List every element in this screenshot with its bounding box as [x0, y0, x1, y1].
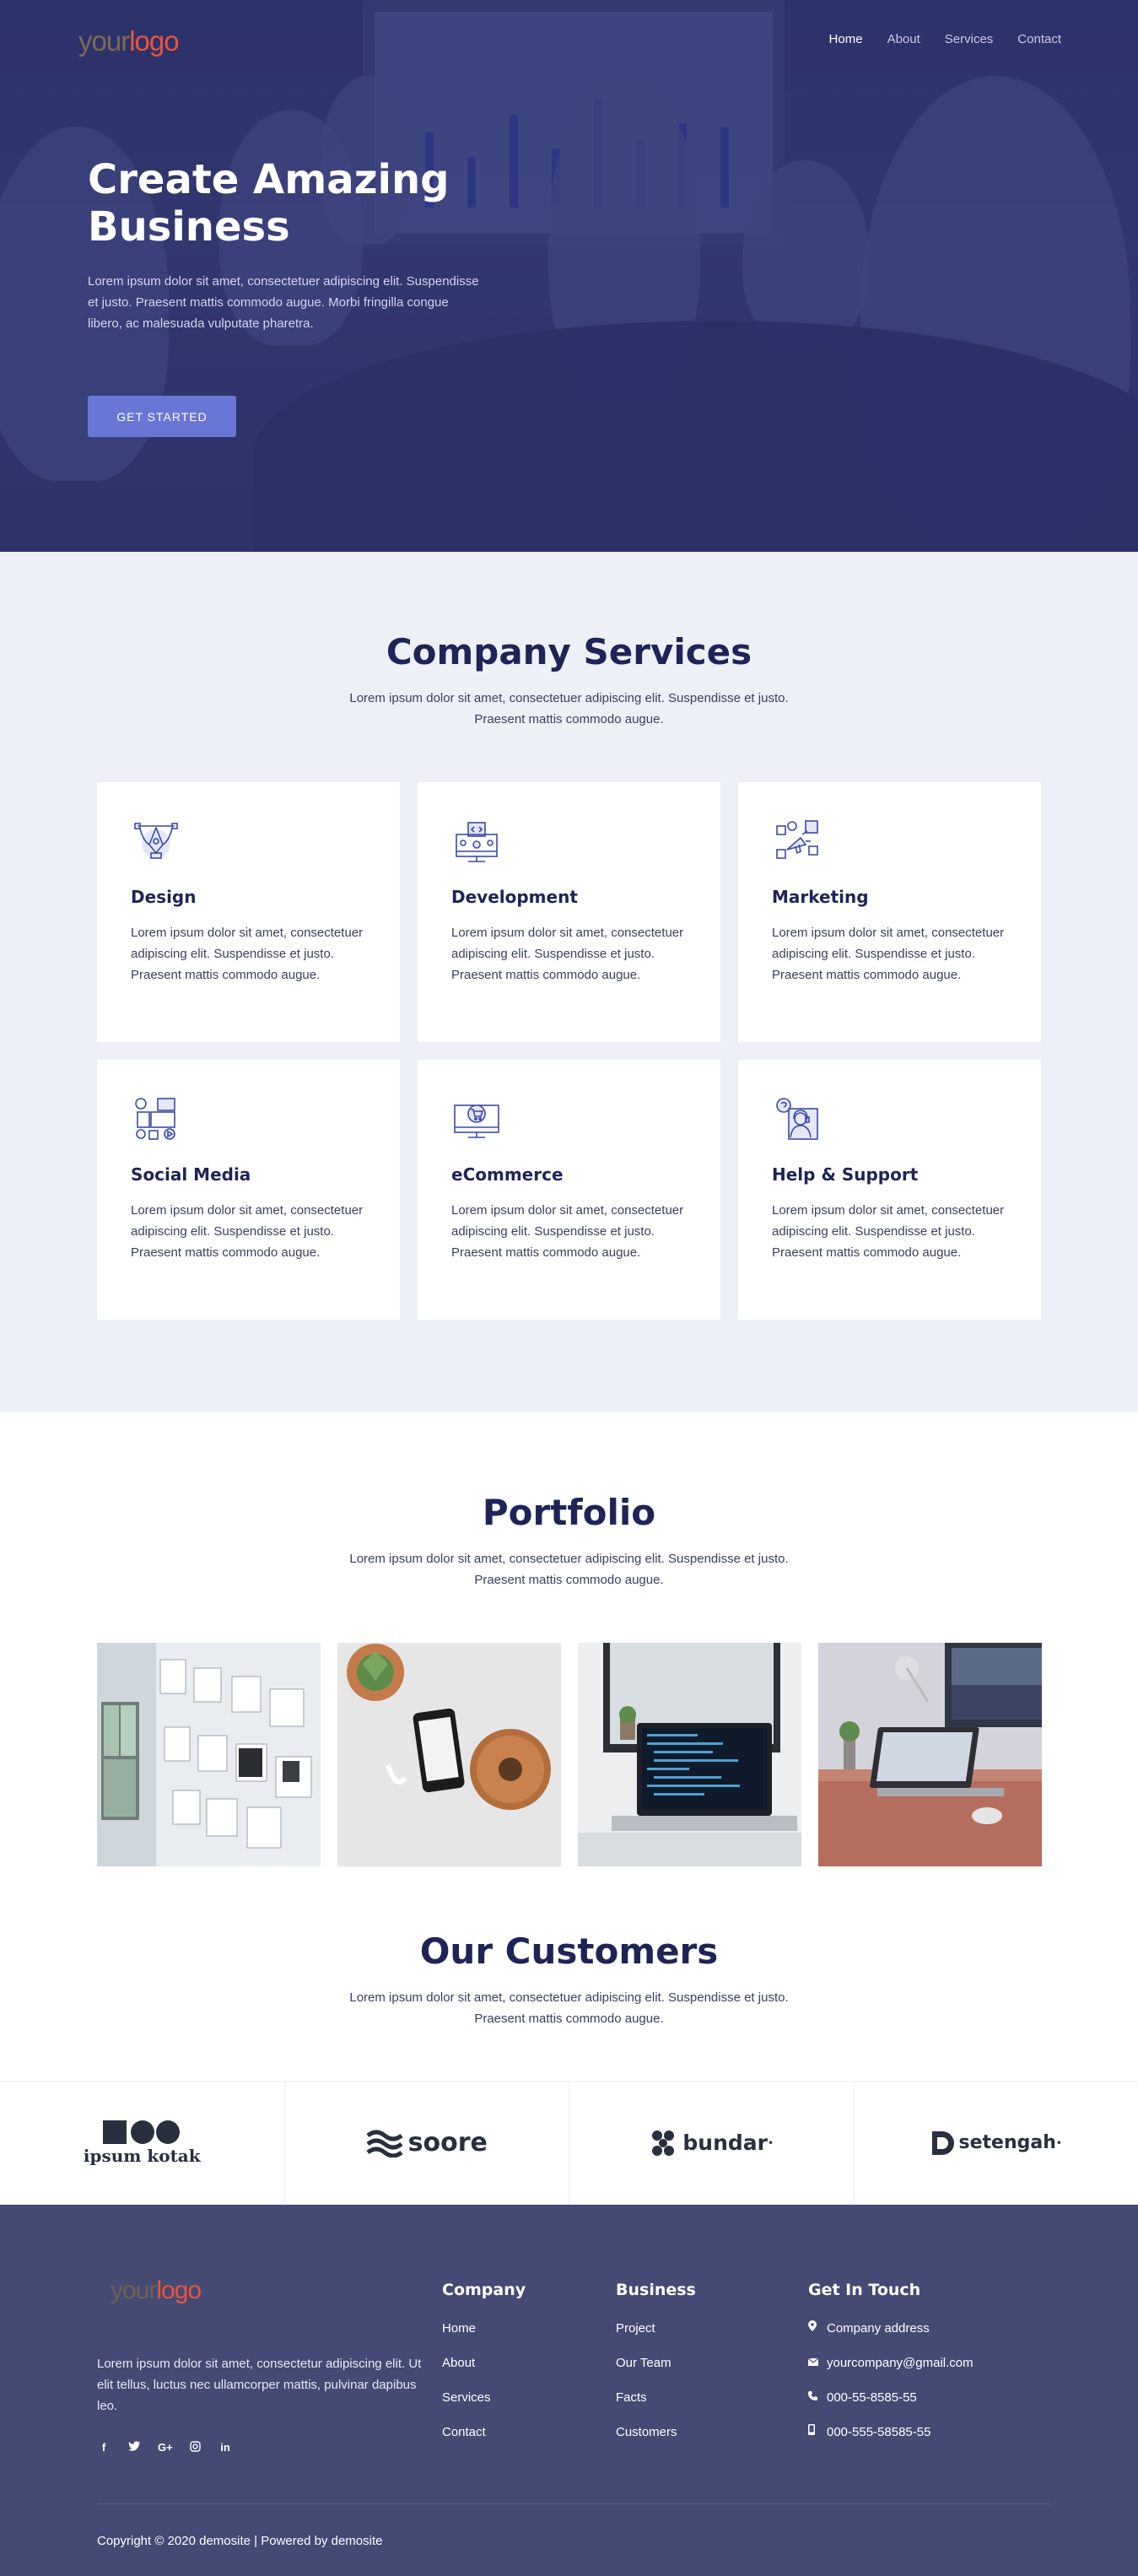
footer-link-services[interactable]: Services — [442, 2380, 526, 2415]
service-card-ecommerce: eCommerce Lorem ipsum dolor sit amet, co… — [418, 1060, 720, 1320]
portfolio-image-phone-desk[interactable] — [337, 1643, 561, 1866]
nav-item-home[interactable]: Home — [829, 32, 863, 46]
footer-business-column: Business Project Our Team Facts Customer… — [616, 2281, 696, 2449]
bundar-logo-icon — [652, 2130, 675, 2156]
service-card-marketing: Marketing Lorem ipsum dolor sit amet, co… — [738, 782, 1041, 1042]
footer-link-our-team[interactable]: Our Team — [616, 2346, 696, 2380]
soore-wave-icon — [366, 2130, 403, 2157]
card-text: Lorem ipsum dolor sit amet, consectetuer… — [772, 1203, 1005, 1260]
marketing-icon — [776, 820, 818, 859]
services-title: Company Services — [386, 631, 752, 672]
card-text: Lorem ipsum dolor sit amet, consectetuer… — [772, 926, 1005, 982]
design-icon — [134, 823, 178, 859]
footer-link-contact[interactable]: Contact — [442, 2415, 526, 2449]
contact-phone[interactable]: 000-55-8585-55 — [808, 2380, 974, 2415]
map-pin-icon — [808, 2311, 827, 2346]
site-logo[interactable]: yourlogo — [78, 25, 180, 57]
footer-link-customers[interactable]: Customers — [616, 2415, 696, 2449]
nav-item-about[interactable]: About — [887, 32, 920, 46]
footer-divider — [97, 2503, 1050, 2504]
footer-link-about[interactable]: About — [442, 2346, 526, 2380]
envelope-icon — [807, 2346, 827, 2380]
twitter-icon[interactable] — [127, 2441, 141, 2454]
service-card-social-media: Social Media Lorem ipsum dolor sit amet,… — [97, 1060, 400, 1320]
portfolio-subtitle: Lorem ipsum dolor sit amet, consectetuer… — [349, 1552, 789, 1587]
card-text: Lorem ipsum dolor sit amet, consectetuer… — [451, 926, 684, 982]
footer-company-heading: Company — [442, 2281, 526, 2299]
footer-contact-heading: Get In Touch — [808, 2281, 921, 2299]
customer-logo-setengah[interactable]: setengah • — [855, 2082, 1138, 2204]
ecommerce-icon — [454, 1104, 499, 1138]
contact-email[interactable]: yourcompany@gmail.com — [807, 2346, 974, 2380]
linkedin-icon[interactable]: in — [218, 2441, 232, 2454]
portfolio-image-desk-workspace[interactable] — [818, 1643, 1042, 1866]
card-title: Development — [451, 887, 578, 907]
card-title: eCommerce — [451, 1164, 564, 1185]
help-support-icon — [776, 1098, 818, 1140]
card-text: Lorem ipsum dolor sit amet, consectetuer… — [451, 1203, 684, 1260]
social-media-icon — [135, 1098, 175, 1140]
portfolio-title: Portfolio — [482, 1492, 656, 1533]
service-card-design: Design Lorem ipsum dolor sit amet, conse… — [97, 782, 400, 1042]
contact-address: Company address — [808, 2311, 974, 2346]
portfolio-section: Portfolio Lorem ipsum dolor sit amet, co… — [0, 1412, 1138, 2081]
footer-contact-column: Get In Touch Company address yourcompany… — [807, 2281, 974, 2449]
card-title: Design — [131, 887, 197, 907]
portfolio-image-laptop-code[interactable] — [578, 1643, 801, 1866]
get-started-button[interactable]: GET STARTED — [88, 396, 236, 437]
ipsum-kotak-logo-icon — [103, 2120, 181, 2144]
hero-section: yourlogo Home About Services Contact Cre… — [0, 0, 1138, 552]
footer-link-project[interactable]: Project — [616, 2311, 696, 2346]
copyright-text: Copyright © 2020 demosite | Powered by d… — [97, 2534, 383, 2548]
footer-company-column: Company Home About Services Contact — [442, 2281, 526, 2449]
card-title: Marketing — [772, 887, 869, 907]
social-links: f G+ in — [97, 2441, 232, 2454]
hero-title: Create Amazing Business — [88, 156, 450, 251]
google-plus-icon[interactable]: G+ — [158, 2441, 173, 2454]
footer-link-facts[interactable]: Facts — [616, 2380, 696, 2415]
portfolio-image-wall-notes[interactable] — [97, 1643, 321, 1866]
customer-logo-soore[interactable]: soore — [285, 2082, 569, 2204]
development-icon — [456, 822, 498, 862]
customers-title: Our Customers — [419, 1931, 719, 1972]
services-section: Company Services Lorem ipsum dolor sit a… — [0, 552, 1138, 1412]
nav-item-services[interactable]: Services — [945, 32, 994, 46]
contact-mobile[interactable]: 000-555-58585-55 — [808, 2415, 974, 2449]
card-title: Social Media — [131, 1164, 251, 1185]
footer-logo[interactable]: yourlogo — [111, 2276, 202, 2305]
card-text: Lorem ipsum dolor sit amet, consectetuer… — [131, 926, 364, 982]
customer-logo-bundar[interactable]: bundar • — [569, 2082, 855, 2204]
portfolio-gallery — [97, 1643, 1042, 1866]
footer-about-text: Lorem ipsum dolor sit amet, consectetur … — [97, 2357, 422, 2413]
card-text: Lorem ipsum dolor sit amet, consectetuer… — [131, 1203, 364, 1260]
nav-item-contact[interactable]: Contact — [1017, 32, 1061, 46]
setengah-logo-icon — [931, 2130, 954, 2155]
footer-link-home[interactable]: Home — [442, 2311, 526, 2346]
footer-business-heading: Business — [616, 2281, 696, 2299]
card-title: Help & Support — [772, 1164, 919, 1185]
hero-text: Lorem ipsum dolor sit amet, consectetuer… — [88, 274, 479, 331]
mobile-phone-icon — [808, 2415, 827, 2449]
customers-subtitle: Lorem ipsum dolor sit amet, consectetuer… — [349, 1990, 789, 2026]
customers-header: Our Customers Lorem ipsum dolor sit amet… — [0, 1931, 1138, 2029]
phone-icon — [808, 2380, 827, 2415]
footer: yourlogo Lorem ipsum dolor sit amet, con… — [0, 2205, 1138, 2576]
facebook-icon[interactable]: f — [97, 2441, 111, 2454]
customer-logo-ipsum-kotak[interactable]: ipsum kotak — [0, 2082, 285, 2204]
services-subtitle: Lorem ipsum dolor sit amet, consectetuer… — [349, 691, 789, 726]
hero-content: Create Amazing Business Lorem ipsum dolo… — [88, 156, 479, 334]
instagram-icon[interactable] — [188, 2441, 202, 2454]
customer-logos: ipsum kotak soore bundar • setengah • — [0, 2081, 1138, 2205]
service-card-help-support: Help & Support Lorem ipsum dolor sit ame… — [738, 1060, 1041, 1320]
service-card-development: Development Lorem ipsum dolor sit amet, … — [418, 782, 720, 1042]
top-nav: yourlogo Home About Services Contact — [0, 25, 1138, 59]
